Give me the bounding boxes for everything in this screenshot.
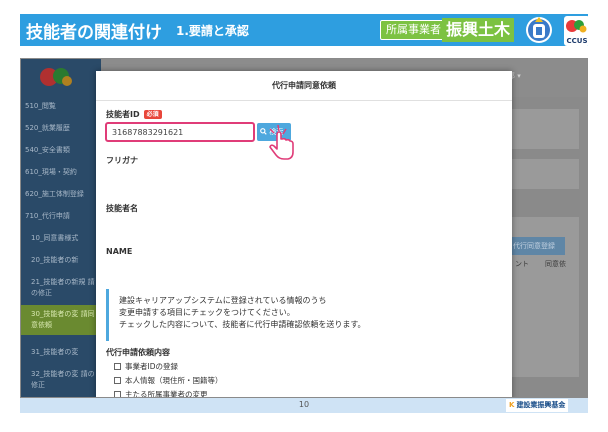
roman-name-label: NAME: [106, 247, 133, 256]
note-line: 変更申請する項目にチェックをつけてください。: [119, 308, 295, 317]
proxy-consent-modal: 代行申請同意依頼 技能者ID必須 検索 フリガナ 技能者名 N: [96, 71, 512, 398]
skill-id-label: 技能者ID 必須: [106, 109, 162, 120]
checkbox[interactable]: [114, 391, 121, 397]
sidebar-item[interactable]: 520_就業履歴: [21, 117, 101, 139]
option-label: 事業者IDの登録: [125, 362, 178, 371]
sidebar-item[interactable]: 10_同意書様式: [21, 227, 101, 249]
option-label: 主たる所属事業者の変更: [125, 390, 208, 398]
bg-table-header: 同意依: [545, 260, 566, 268]
option-row[interactable]: 事業者IDの登録: [114, 361, 178, 372]
page-number: 10: [298, 400, 310, 409]
checkbox[interactable]: [114, 377, 121, 384]
sidebar-item-active[interactable]: 30_技能者の変 請同意依頼: [21, 305, 101, 335]
option-label: 本人情報（現住所・国籍等）: [125, 376, 223, 385]
request-options-label: 代行申請依頼内容: [106, 348, 170, 357]
sidebar-item[interactable]: 20_技能者の新: [21, 249, 101, 271]
note-line: 建設キャリアアップシステムに登録されている情報のうち: [119, 296, 327, 305]
slide-footer: 10 K 建設業振興基金: [20, 398, 588, 413]
app-screenshot: 510_閲覧 520_就業履歴 540_安全書類 610_現場・契約 620_施…: [20, 58, 588, 398]
bg-table-header: ント: [515, 260, 529, 268]
org-mark-icon: K: [509, 401, 515, 409]
ccus-logo-text: CCUS: [566, 37, 588, 45]
skill-id-label-text: 技能者ID: [106, 110, 140, 119]
sidebar-item[interactable]: 540_安全書類: [21, 139, 101, 161]
slide-subtitle: 1.要請と承認: [176, 24, 249, 38]
sidebar-item[interactable]: 610_現場・契約: [21, 161, 101, 183]
pointer-hand-icon: [269, 124, 294, 160]
footer-org-logo: K 建設業振興基金: [506, 399, 569, 412]
option-row[interactable]: 本人情報（現住所・国籍等）: [114, 375, 223, 386]
mascot-icon: [526, 17, 552, 43]
app-logo-icon: [40, 68, 72, 86]
slide-header: 技能者の関連付け 1.要請と承認 所属事業者 振興土木 CCUS: [20, 14, 590, 46]
skill-id-input[interactable]: [105, 122, 255, 142]
furigana-label: フリガナ: [106, 156, 138, 165]
sidebar-item[interactable]: 510_閲覧: [21, 95, 101, 117]
company-role-badge: 所属事業者: [380, 20, 447, 40]
sidebar-item[interactable]: 32_技能者の変 請の修正: [21, 365, 101, 395]
slide: 技能者の関連付け 1.要請と承認 所属事業者 振興土木 CCUS 510_閲覧 …: [0, 0, 608, 432]
skill-worker-name-label: 技能者名: [106, 204, 138, 213]
modal-title: 代行申請同意依頼: [272, 81, 336, 90]
note-line: チェックした内容について、技能者に代行申請確認依頼を送ります。: [119, 320, 366, 329]
bg-proxy-consent-button[interactable]: 代行同意登録: [503, 237, 565, 255]
instruction-note: 建設キャリアアップシステムに登録されている情報のうち 変更申請する項目にチェック…: [106, 289, 502, 341]
footer-org-name: 建設業振興基金: [516, 401, 566, 409]
app-sidebar: 510_閲覧 520_就業履歴 540_安全書類 610_現場・契約 620_施…: [21, 59, 101, 397]
company-name: 振興土木: [442, 18, 515, 42]
sidebar-item[interactable]: 620_施工体制登録: [21, 183, 101, 205]
ccus-logo: CCUS: [564, 16, 590, 46]
sidebar-item[interactable]: 21_技能者の新規 請の修正: [21, 273, 101, 303]
option-row[interactable]: 主たる所属事業者の変更: [114, 389, 208, 398]
sidebar-item[interactable]: 710_代行申請: [21, 205, 101, 227]
ccus-mark-icon: [566, 20, 587, 33]
required-badge: 必須: [143, 110, 162, 119]
sidebar-item[interactable]: 31_技能者の変: [21, 341, 101, 363]
checkbox[interactable]: [114, 363, 121, 370]
modal-header: 代行申請同意依頼: [96, 71, 512, 101]
slide-title: 技能者の関連付け: [26, 23, 162, 43]
